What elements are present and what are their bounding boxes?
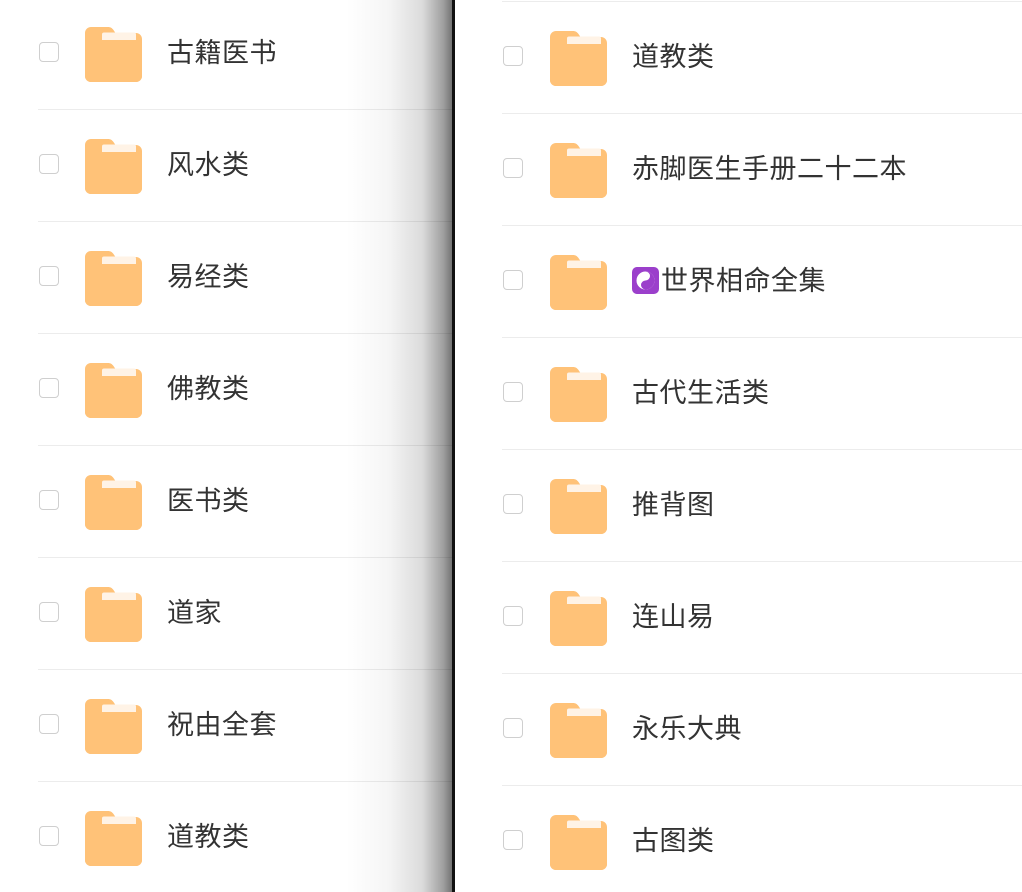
folder-icon (550, 31, 607, 86)
file-row[interactable]: 连山易 (455, 562, 1022, 674)
file-row[interactable]: 古图类 (455, 786, 1022, 892)
folder-name: 连山易 (632, 602, 715, 633)
folder-name: 佛教类 (167, 374, 250, 405)
folder-name: 古图类 (632, 826, 715, 857)
folder-name: 古代生活类 (632, 378, 770, 409)
select-checkbox[interactable] (503, 158, 523, 178)
file-row[interactable]: 永乐大典 (455, 674, 1022, 786)
split-screen: 古籍医书 风水类 易经类 佛教类 医书类 道家 祝由全套 道教类 道教类 赤脚医… (0, 0, 1022, 892)
folder-icon (85, 699, 142, 754)
right-file-list: 道教类 赤脚医生手册二十二本 世界相命全集 古代生活类 推背图 连山易 永乐大典… (455, 2, 1022, 892)
file-row[interactable]: 道教类 (0, 782, 452, 892)
file-row[interactable]: 佛教类 (0, 334, 452, 446)
file-row[interactable]: 世界相命全集 (455, 226, 1022, 338)
select-checkbox[interactable] (503, 494, 523, 514)
folder-name: 道教类 (632, 42, 715, 73)
select-checkbox[interactable] (39, 490, 59, 510)
select-checkbox[interactable] (39, 266, 59, 286)
select-checkbox[interactable] (39, 42, 59, 62)
folder-icon (85, 251, 142, 306)
file-row[interactable]: 祝由全套 (0, 670, 452, 782)
folder-icon (550, 367, 607, 422)
select-checkbox[interactable] (503, 46, 523, 66)
folder-name: 祝由全套 (167, 710, 277, 741)
select-checkbox[interactable] (39, 714, 59, 734)
folder-name: 古籍医书 (167, 38, 277, 69)
file-row[interactable]: 古籍医书 (0, 0, 452, 110)
right-file-list-pane: 道教类 赤脚医生手册二十二本 世界相命全集 古代生活类 推背图 连山易 永乐大典… (455, 0, 1022, 892)
folder-icon (85, 811, 142, 866)
folder-icon (85, 475, 142, 530)
folder-name: 推背图 (632, 490, 715, 521)
select-checkbox[interactable] (39, 378, 59, 398)
folder-name: 医书类 (167, 486, 250, 517)
folder-name: 风水类 (167, 150, 250, 181)
file-row[interactable]: 道教类 (455, 2, 1022, 114)
file-row[interactable]: 古代生活类 (455, 338, 1022, 450)
folder-name-text: 世界相命全集 (661, 266, 826, 297)
select-checkbox[interactable] (39, 826, 59, 846)
folder-icon (85, 27, 142, 82)
folder-icon (550, 479, 607, 534)
folder-name: 世界相命全集 (632, 262, 826, 306)
folder-icon (550, 143, 607, 198)
folder-icon (550, 703, 607, 758)
file-row[interactable]: 易经类 (0, 222, 452, 334)
file-row[interactable]: 赤脚医生手册二十二本 (455, 114, 1022, 226)
select-checkbox[interactable] (39, 602, 59, 622)
folder-icon (85, 587, 142, 642)
select-checkbox[interactable] (503, 718, 523, 738)
folder-icon (550, 591, 607, 646)
folder-name: 赤脚医生手册二十二本 (632, 154, 907, 185)
yin-yang-icon (632, 266, 659, 306)
select-checkbox[interactable] (503, 382, 523, 402)
folder-icon (550, 815, 607, 870)
file-row[interactable]: 医书类 (0, 446, 452, 558)
folder-icon (550, 255, 607, 310)
folder-name: 道家 (167, 598, 222, 629)
left-file-list: 古籍医书 风水类 易经类 佛教类 医书类 道家 祝由全套 道教类 (0, 0, 452, 892)
file-row[interactable]: 道家 (0, 558, 452, 670)
left-file-list-pane: 古籍医书 风水类 易经类 佛教类 医书类 道家 祝由全套 道教类 (0, 0, 452, 892)
folder-name: 永乐大典 (632, 714, 742, 745)
file-row[interactable]: 风水类 (0, 110, 452, 222)
folder-name: 道教类 (167, 822, 250, 853)
file-row[interactable]: 推背图 (455, 450, 1022, 562)
folder-name: 易经类 (167, 262, 250, 293)
select-checkbox[interactable] (39, 154, 59, 174)
select-checkbox[interactable] (503, 606, 523, 626)
select-checkbox[interactable] (503, 830, 523, 850)
select-checkbox[interactable] (503, 270, 523, 290)
folder-icon (85, 363, 142, 418)
folder-icon (85, 139, 142, 194)
